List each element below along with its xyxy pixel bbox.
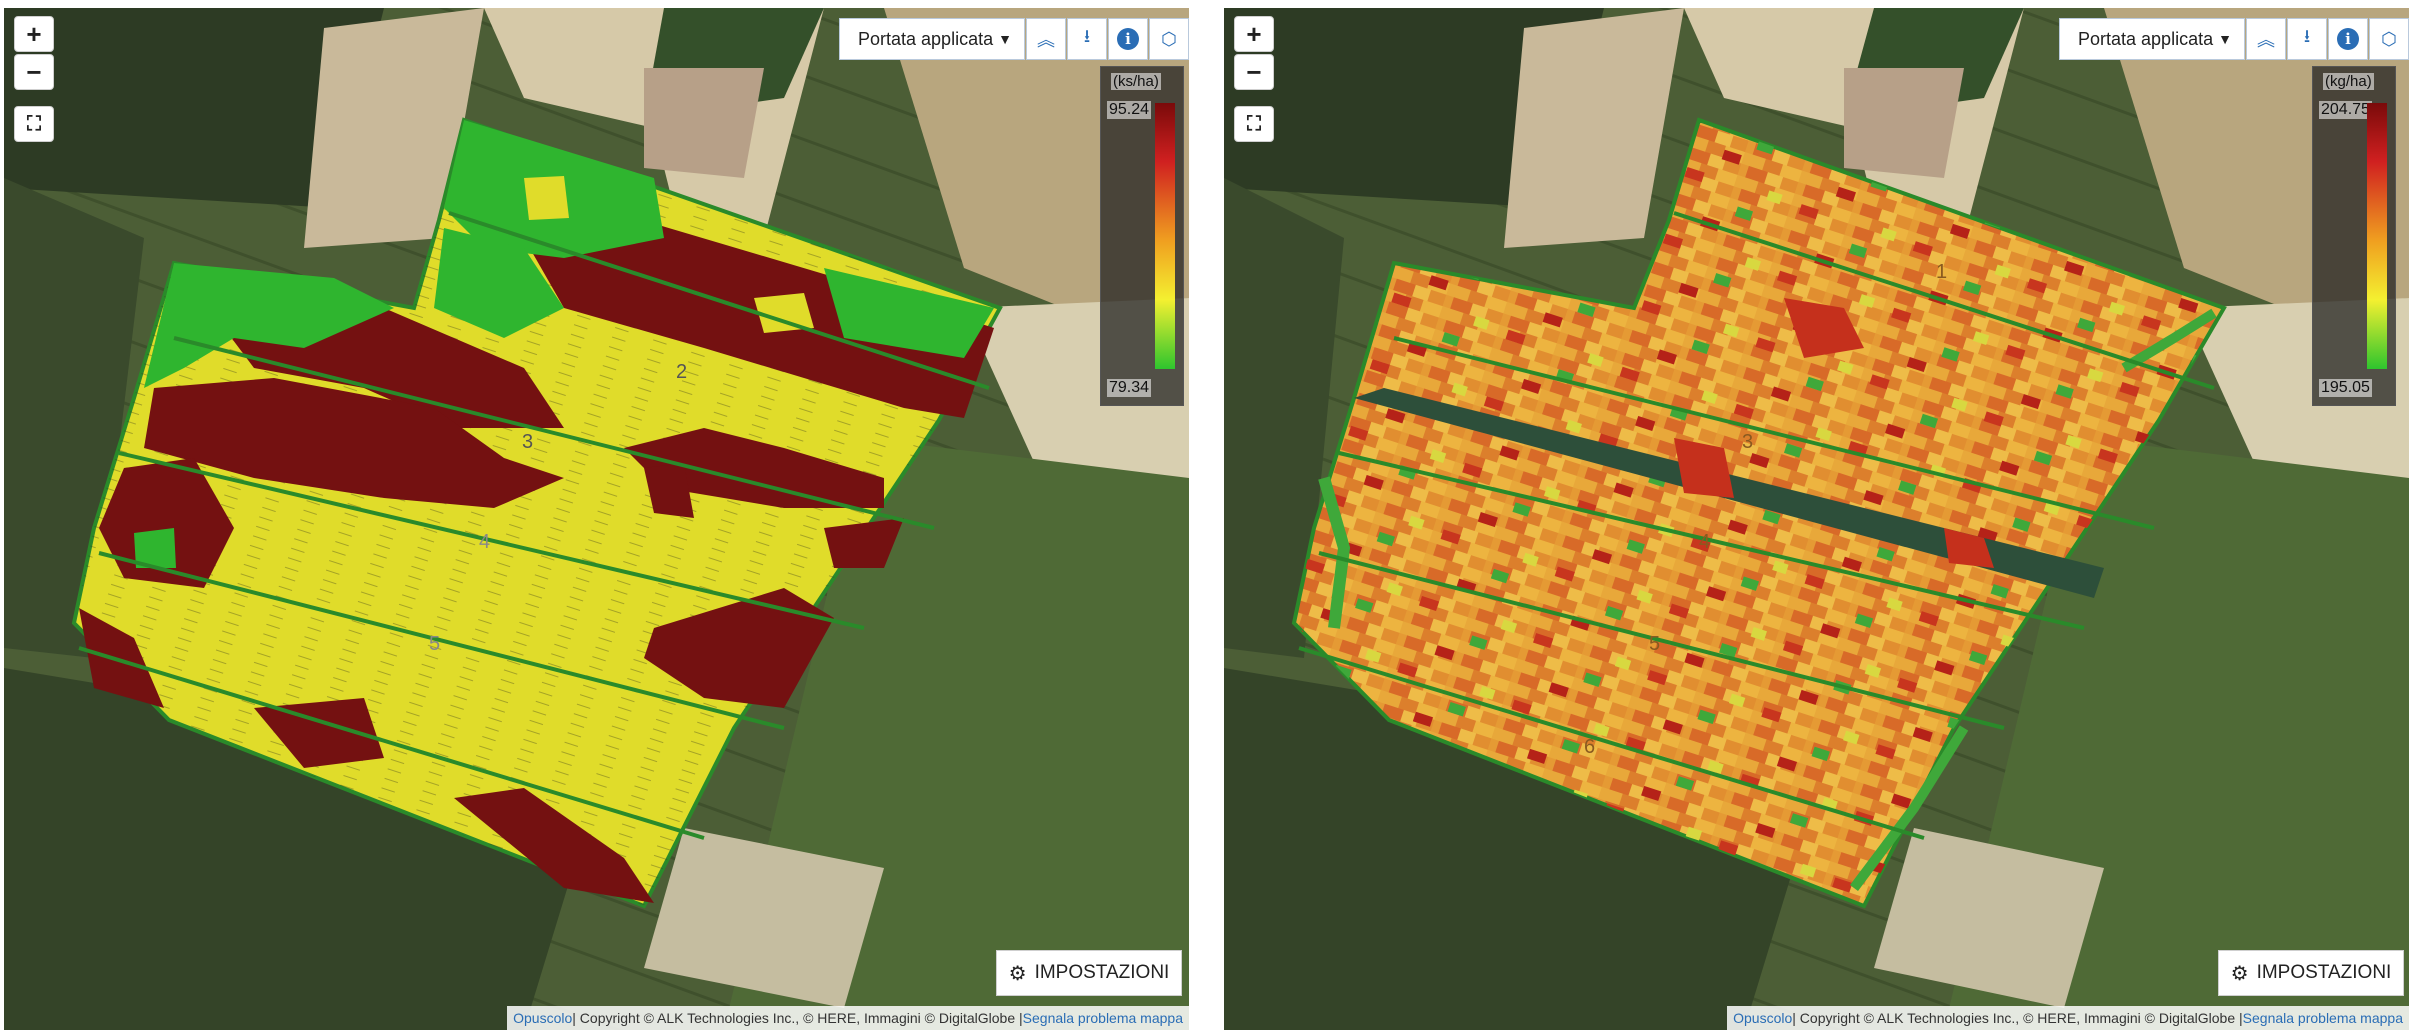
- copyright-text: | Copyright © ALK Technologies Inc., © H…: [1792, 1010, 2243, 1026]
- satellite-map[interactable]: 2 3 4 5: [4, 8, 1189, 1030]
- info-button[interactable]: i: [2328, 18, 2368, 60]
- map-panel-right[interactable]: 1 3 4 5 6 + − ⛶ Portata applicata ▼ ︽ ⭳ …: [1224, 8, 2409, 1030]
- zoom-out-button[interactable]: −: [14, 54, 54, 90]
- collapse-icon: ︽: [1037, 30, 1055, 50]
- brochure-link[interactable]: Opuscolo: [1733, 1010, 1792, 1026]
- map-panel-left[interactable]: 2 3 4 5 + − ⛶ Portata applicata ▼ ︽ ⭳ i …: [4, 8, 1189, 1030]
- chevron-down-icon: ▼: [998, 31, 1012, 47]
- zoom-control: + − ⛶: [1234, 16, 1274, 144]
- collapse-button[interactable]: ︽: [2246, 18, 2286, 60]
- settings-button[interactable]: ⚙ IMPOSTAZIONI: [2218, 950, 2404, 996]
- lasso-icon: ⬡: [2381, 28, 2397, 49]
- download-button[interactable]: ⭳: [2287, 18, 2327, 60]
- download-icon: ⭳: [2303, 26, 2311, 46]
- settings-label: IMPOSTAZIONI: [1034, 962, 1170, 983]
- satellite-map[interactable]: 1 3 4 5 6: [1224, 8, 2409, 1030]
- layer-select[interactable]: Portata applicata ▼: [839, 18, 1025, 60]
- report-map-link[interactable]: Segnala problema mappa: [2243, 1010, 2403, 1026]
- farmhouse-area: [1844, 68, 1964, 178]
- lasso-icon: ⬡: [1161, 28, 1177, 49]
- field-label: 1: [1936, 261, 1947, 283]
- info-button[interactable]: i: [1108, 18, 1148, 60]
- gear-icon: ⚙: [1008, 962, 1027, 985]
- legend-gradient: [2367, 103, 2387, 369]
- zoom-out-button[interactable]: −: [1234, 54, 1274, 90]
- fullscreen-button[interactable]: ⛶: [1234, 106, 1274, 142]
- fullscreen-button[interactable]: ⛶: [14, 106, 54, 142]
- lasso-button[interactable]: ⬡: [2369, 18, 2409, 60]
- settings-button[interactable]: ⚙ IMPOSTAZIONI: [996, 950, 1182, 996]
- map-toolbar: Portata applicata ▼ ︽ ⭳ i ⬡: [839, 18, 1189, 60]
- info-icon: i: [1117, 28, 1139, 50]
- collapse-icon: ︽: [2257, 30, 2275, 50]
- zoom-control: + − ⛶: [14, 16, 54, 144]
- color-legend: (kg/ha) 204.75 195.05: [2312, 66, 2396, 406]
- settings-label: IMPOSTAZIONI: [2256, 962, 2392, 983]
- legend-unit: (kg/ha): [2323, 73, 2374, 90]
- brochure-link[interactable]: Opuscolo: [513, 1010, 572, 1026]
- field-label: 4: [479, 531, 490, 553]
- layer-select-value: Portata applicata: [858, 28, 994, 49]
- legend-max: 95.24: [1107, 101, 1152, 119]
- legend-unit: (ks/ha): [1111, 73, 1161, 90]
- gear-icon: ⚙: [2230, 962, 2249, 985]
- zone-mid: [524, 176, 569, 220]
- download-button[interactable]: ⭳: [1067, 18, 1107, 60]
- panel-divider: [1190, 0, 1224, 1030]
- info-icon: i: [2337, 28, 2359, 50]
- field-label: 3: [522, 431, 533, 453]
- farmhouse-area: [644, 68, 764, 178]
- layer-select-value: Portata applicata: [2078, 28, 2214, 49]
- copyright-text: | Copyright © ALK Technologies Inc., © H…: [572, 1010, 1023, 1026]
- map-toolbar: Portata applicata ▼ ︽ ⭳ i ⬡: [2059, 18, 2409, 60]
- chevron-down-icon: ▼: [2218, 31, 2232, 47]
- legend-min: 79.34: [1107, 379, 1152, 397]
- zoom-in-button[interactable]: +: [14, 16, 54, 52]
- report-map-link[interactable]: Segnala problema mappa: [1023, 1010, 1183, 1026]
- field-label: 4: [1699, 531, 1710, 553]
- zoom-in-button[interactable]: +: [1234, 16, 1274, 52]
- field-label: 3: [1742, 431, 1753, 453]
- color-legend: (ks/ha) 95.24 79.34: [1100, 66, 1184, 406]
- legend-gradient: [1155, 103, 1175, 369]
- map-attribution: Opuscolo | Copyright © ALK Technologies …: [1727, 1006, 2409, 1030]
- lasso-button[interactable]: ⬡: [1149, 18, 1189, 60]
- field-label: 6: [1584, 736, 1595, 758]
- legend-max: 204.75: [2319, 101, 2372, 119]
- field-label: 5: [1649, 633, 1660, 655]
- download-icon: ⭳: [1083, 26, 1091, 46]
- field-label: 5: [429, 633, 440, 655]
- field-label: 2: [676, 361, 687, 383]
- collapse-button[interactable]: ︽: [1026, 18, 1066, 60]
- map-attribution: Opuscolo | Copyright © ALK Technologies …: [507, 1006, 1189, 1030]
- layer-select[interactable]: Portata applicata ▼: [2059, 18, 2245, 60]
- legend-min: 195.05: [2319, 379, 2372, 397]
